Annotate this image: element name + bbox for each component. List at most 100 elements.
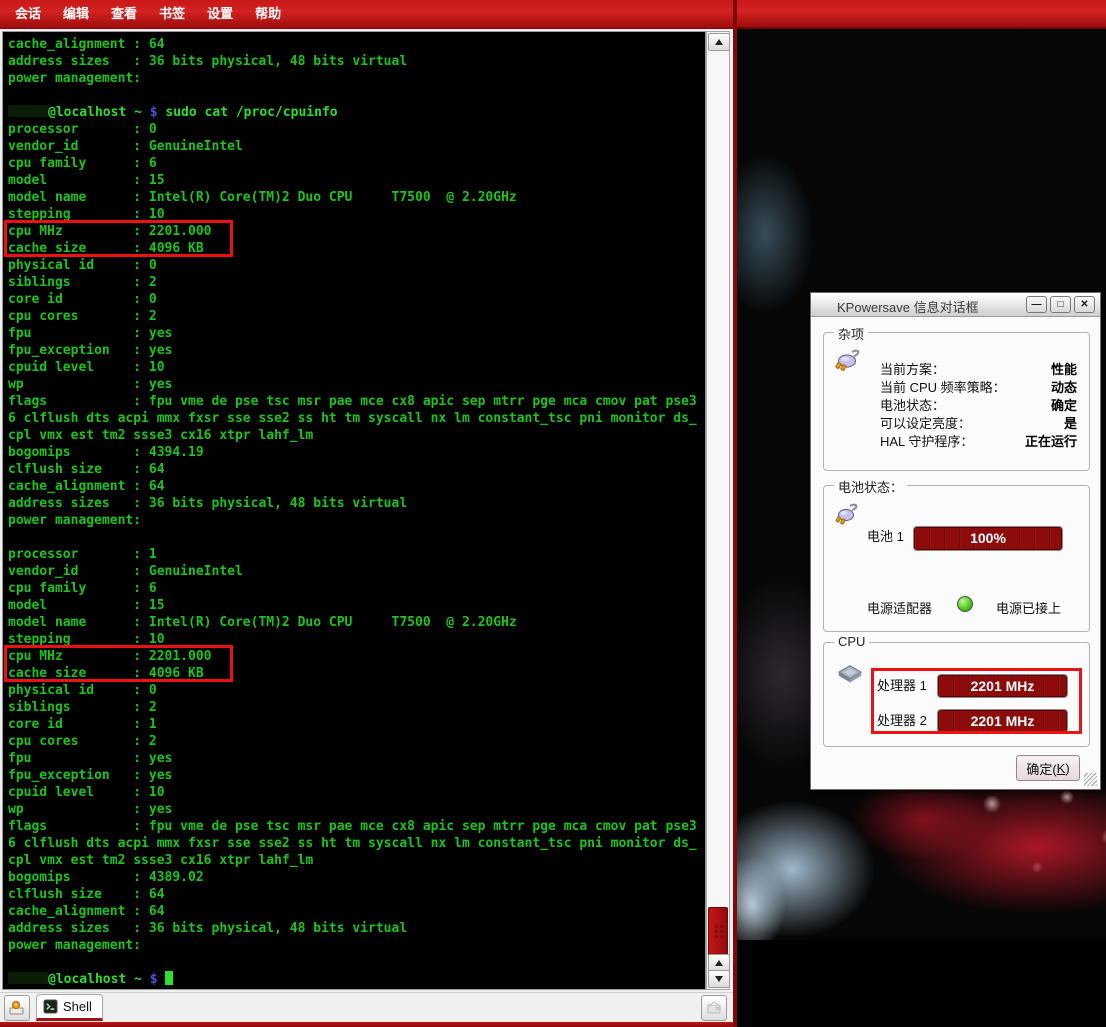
- group-battery: 电池状态： 电池 1 100% 电源适配器 电源已接上: [823, 485, 1090, 632]
- censored-username: [8, 972, 48, 984]
- ok-label-close: ): [1065, 761, 1069, 776]
- terminal-scrollbar[interactable]: [706, 31, 730, 990]
- terminal-line: processor : 0: [8, 121, 697, 138]
- menu-item-2[interactable]: 查看: [100, 0, 148, 28]
- prompt-host: @localhost ~: [48, 972, 150, 987]
- terminal-line: cpu cores : 2: [8, 733, 697, 750]
- close-icon: ✕: [1080, 299, 1088, 310]
- menu-item-4[interactable]: 设置: [196, 0, 244, 28]
- terminal-line: @localhost ~ $ sudo cat /proc/cpuinfo: [8, 104, 697, 121]
- terminal-line: model : 15: [8, 172, 697, 189]
- terminal-line: core id : 1: [8, 716, 697, 733]
- misc-rows: 当前方案： 性能当前 CPU 频率策略：动态电池状态：确定可以设定亮度：是HAL …: [880, 361, 1077, 451]
- terminal-line: address sizes : 36 bits physical, 48 bit…: [8, 920, 697, 937]
- maximize-button[interactable]: □: [1050, 296, 1071, 313]
- group-misc-legend: 杂项: [834, 324, 868, 343]
- terminal-line: cache_alignment : 64: [8, 478, 697, 495]
- terminal-line: bogomips : 4394.19: [8, 444, 697, 461]
- terminal-line: cpuid level : 10: [8, 784, 697, 801]
- misc-row-1: 当前 CPU 频率策略：动态: [880, 379, 1077, 397]
- terminal-cursor: [165, 971, 173, 985]
- terminal-line: cache_alignment : 64: [8, 36, 697, 53]
- terminal-line: power management:: [8, 512, 697, 529]
- annotation-box-cpu0: [4, 220, 233, 257]
- terminal-line: cpl vmx est tm2 ssse3 cx16 xtpr lahf_lm: [8, 852, 697, 869]
- terminal-line: flags : fpu vme de pse tsc msr pae mce c…: [8, 818, 697, 835]
- power-plug-icon: [834, 500, 862, 528]
- scroll-down-button[interactable]: [708, 970, 730, 988]
- tab-label: Shell: [63, 999, 92, 1014]
- adapter-status: 电源已接上: [996, 598, 1061, 617]
- ok-label: 确定(: [1026, 759, 1056, 778]
- terminal-lines: cache_alignment : 64address sizes : 36 b…: [3, 32, 697, 988]
- misc-row-value: 动态: [1051, 379, 1077, 397]
- terminal-line: @localhost ~ $: [8, 971, 697, 988]
- detach-session-button[interactable]: [701, 995, 727, 1021]
- terminal-line: address sizes : 36 bits physical, 48 bit…: [8, 495, 697, 512]
- terminal-line: fpu : yes: [8, 325, 697, 342]
- annotation-box-cpu-frequency: [871, 668, 1082, 734]
- terminal-line: core id : 0: [8, 291, 697, 308]
- misc-row-0: 当前方案： 性能: [880, 361, 1077, 379]
- ok-accel-key: K: [1057, 761, 1066, 776]
- terminal-line: cache_alignment : 64: [8, 903, 697, 920]
- terminal-line: physical id : 0: [8, 682, 697, 699]
- terminal-line: model name : Intel(R) Core(TM)2 Duo CPU …: [8, 614, 697, 631]
- scrollbar-thumb[interactable]: [708, 907, 728, 956]
- maximize-icon: □: [1057, 299, 1063, 310]
- terminal-line: model name : Intel(R) Core(TM)2 Duo CPU …: [8, 189, 697, 206]
- konsole-window: 会话编辑查看书签设置帮助 cache_alignment : 64address…: [0, 0, 737, 1027]
- tab-shell[interactable]: Shell: [36, 994, 103, 1021]
- terminal-line: fpu_exception : yes: [8, 767, 697, 784]
- new-session-icon: [8, 999, 26, 1017]
- misc-row-2: 电池状态：确定: [880, 397, 1077, 415]
- terminal-line: cpu cores : 2: [8, 308, 697, 325]
- cpu-chip-icon: [837, 663, 863, 685]
- terminal-line: wp : yes: [8, 376, 697, 393]
- prompt-symbol: $: [150, 972, 166, 987]
- menu-item-5[interactable]: 帮助: [244, 0, 292, 28]
- terminal-line: wp : yes: [8, 801, 697, 818]
- group-battery-legend: 电池状态：: [834, 477, 907, 496]
- ok-button[interactable]: 确定(K): [1016, 755, 1080, 781]
- dialog-title: KPowersave 信息对话框: [837, 297, 979, 316]
- thumb-grip-icon: [714, 924, 724, 940]
- terminal-icon: [43, 999, 58, 1014]
- terminal-line: cpuid level : 10: [8, 359, 697, 376]
- kpowersave-dialog: KPowersave 信息对话框 — □ ✕ 杂项 当前方案： 性能当前 CPU …: [810, 292, 1101, 790]
- battery-1-label: 电池 1: [867, 526, 904, 545]
- terminal-output[interactable]: cache_alignment : 64address sizes : 36 b…: [2, 31, 706, 990]
- menu-item-3[interactable]: 书签: [148, 0, 196, 28]
- scroll-up-button[interactable]: [708, 33, 730, 51]
- menu-item-1[interactable]: 编辑: [52, 0, 100, 28]
- menu-item-0[interactable]: 会话: [4, 0, 52, 28]
- close-button[interactable]: ✕: [1074, 296, 1095, 313]
- terminal-line: [8, 529, 697, 546]
- battery-progress-bar: 100%: [913, 526, 1063, 551]
- misc-row-3: 可以设定亮度：是: [880, 415, 1077, 433]
- window-bottom-border: [0, 1022, 733, 1027]
- misc-row-label: HAL 守护程序：: [880, 433, 973, 451]
- terminal-line: fpu_exception : yes: [8, 342, 697, 359]
- misc-row-label: 可以设定亮度：: [880, 415, 971, 433]
- misc-row-value: 性能: [1051, 361, 1077, 379]
- terminal-line: model : 15: [8, 597, 697, 614]
- terminal-line: vendor_id : GenuineIntel: [8, 138, 697, 155]
- dialog-titlebar[interactable]: KPowersave 信息对话框 — □ ✕: [811, 293, 1100, 317]
- new-session-button[interactable]: [4, 995, 30, 1021]
- terminal-line: vendor_id : GenuineIntel: [8, 563, 697, 580]
- terminal-line: processor : 1: [8, 546, 697, 563]
- minimize-button[interactable]: —: [1026, 296, 1047, 313]
- terminal-line: cpu family : 6: [8, 580, 697, 597]
- resize-grip[interactable]: [1084, 773, 1097, 786]
- terminal-line: 6 clflush dts acpi mmx fxsr sse sse2 ss …: [8, 410, 697, 427]
- detach-session-icon: [705, 999, 723, 1017]
- misc-row-label: 当前方案：: [880, 361, 945, 379]
- adapter-led-icon: [957, 596, 973, 612]
- terminal-line: power management:: [8, 70, 697, 87]
- terminal-line: cpl vmx est tm2 ssse3 cx16 xtpr lahf_lm: [8, 427, 697, 444]
- prompt-host: @localhost ~: [48, 105, 150, 120]
- minimize-icon: —: [1032, 299, 1042, 310]
- terminal-line: clflush size : 64: [8, 886, 697, 903]
- arrow-up-icon: [715, 39, 723, 45]
